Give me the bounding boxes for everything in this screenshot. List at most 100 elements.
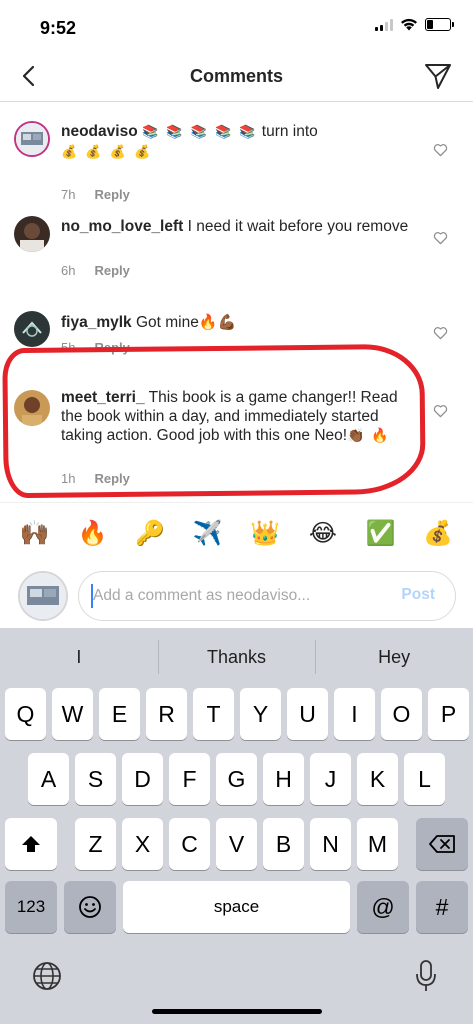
comment-input[interactable] <box>78 571 456 621</box>
key-v[interactable]: V <box>216 818 257 870</box>
avatar[interactable] <box>14 311 50 347</box>
reply-button[interactable]: Reply <box>94 471 129 486</box>
check-mark-emoji-button[interactable]: ✅ <box>359 519 403 547</box>
status-icons <box>375 18 454 31</box>
wifi-icon <box>401 18 417 31</box>
key-g[interactable]: G <box>216 753 257 805</box>
keyboard: I Thanks Hey Q W E R T Y U I O P A S D F… <box>0 628 473 1024</box>
reply-button[interactable]: Reply <box>94 263 129 278</box>
direct-message-icon[interactable] <box>423 61 453 91</box>
key-b[interactable]: B <box>263 818 304 870</box>
fire-muscle-emoji: 🔥💪🏾 <box>198 313 237 331</box>
avatar[interactable] <box>14 121 50 157</box>
numbers-key[interactable]: 123 <box>5 881 57 933</box>
books-emoji: 📚 📚 📚 📚 📚 <box>141 125 258 140</box>
laughing-emoji-button[interactable]: 😂 <box>301 519 345 547</box>
comment-username[interactable]: no_mo_love_left <box>61 218 183 235</box>
text-cursor <box>91 584 93 608</box>
key-z[interactable]: Z <box>75 818 116 870</box>
space-key[interactable]: space <box>123 881 350 933</box>
raised-hands-emoji-button[interactable]: 🙌🏾 <box>13 519 57 547</box>
key-i[interactable]: I <box>334 688 375 740</box>
key-n[interactable]: N <box>310 818 351 870</box>
comment-username[interactable]: neodaviso <box>61 123 138 140</box>
key-e[interactable]: E <box>99 688 140 740</box>
backspace-icon <box>429 835 455 853</box>
battery-icon <box>425 18 454 31</box>
comment-message: I need it wait before you remove <box>187 218 409 235</box>
comment-text: neodaviso 📚 📚 📚 📚 📚 turn into 💰 💰 💰 💰 <box>61 122 413 162</box>
key-q[interactable]: Q <box>5 688 46 740</box>
key-w[interactable]: W <box>52 688 93 740</box>
key-d[interactable]: D <box>122 753 163 805</box>
key-o[interactable]: O <box>381 688 422 740</box>
predictive-bar: I Thanks Hey <box>0 628 473 686</box>
airplane-emoji-button[interactable]: ✈️ <box>186 519 230 547</box>
comment-item: no_mo_love_left I need it wait before yo… <box>0 216 473 296</box>
key-s[interactable]: S <box>75 753 116 805</box>
cellular-signal-icon <box>375 18 393 31</box>
status-time: 9:52 <box>40 18 77 38</box>
key-c[interactable]: C <box>169 818 210 870</box>
key-a[interactable]: A <box>28 753 69 805</box>
suggestion-3[interactable]: Hey <box>315 628 473 686</box>
header: Comments <box>0 50 473 102</box>
avatar[interactable] <box>14 390 50 426</box>
heart-icon[interactable] <box>433 231 448 245</box>
key-l[interactable]: L <box>404 753 445 805</box>
comment-time: 5h <box>61 340 76 355</box>
comment-text: meet_terri_ This book is a game changer!… <box>61 388 413 446</box>
comment-item: meet_terri_ This book is a game changer!… <box>0 388 473 488</box>
key-emoji-button[interactable]: 🔑 <box>128 519 172 547</box>
emoji-key[interactable] <box>64 881 116 933</box>
comment-composer: Post <box>0 565 473 627</box>
key-m[interactable]: M <box>357 818 398 870</box>
key-u[interactable]: U <box>287 688 328 740</box>
comment-list: neodaviso 📚 📚 📚 📚 📚 turn into 💰 💰 💰 💰 7h… <box>0 103 473 500</box>
reply-button[interactable]: Reply <box>94 187 129 202</box>
emoji-quick-bar: 🙌🏾 🔥 🔑 ✈️ 👑 😂 ✅ 💰 <box>0 502 473 562</box>
suggestion-2[interactable]: Thanks <box>157 628 316 686</box>
at-key[interactable]: @ <box>357 881 409 933</box>
home-indicator <box>152 1009 322 1014</box>
comment-meta: 5h Reply <box>61 340 130 355</box>
comment-username[interactable]: meet_terri_ <box>61 389 145 406</box>
suggestion-1[interactable]: I <box>0 628 158 686</box>
key-t[interactable]: T <box>193 688 234 740</box>
avatar[interactable] <box>14 216 50 252</box>
key-k[interactable]: K <box>357 753 398 805</box>
comment-item: neodaviso 📚 📚 📚 📚 📚 turn into 💰 💰 💰 💰 7h… <box>0 121 473 202</box>
heart-icon[interactable] <box>433 143 448 157</box>
fire-emoji-button[interactable]: 🔥 <box>70 519 114 547</box>
heart-icon[interactable] <box>433 404 448 418</box>
crown-emoji-button[interactable]: 👑 <box>243 519 287 547</box>
key-p[interactable]: P <box>428 688 469 740</box>
heart-icon[interactable] <box>433 326 448 340</box>
current-user-avatar <box>18 571 68 621</box>
status-bar: 9:52 <box>0 0 473 50</box>
money-bag-emoji-button[interactable]: 💰 <box>416 519 460 547</box>
post-button[interactable]: Post <box>401 586 435 604</box>
reply-button[interactable]: Reply <box>94 340 129 355</box>
key-f[interactable]: F <box>169 753 210 805</box>
comment-meta: 1h Reply <box>61 471 130 486</box>
comment-meta: 7h Reply <box>61 187 130 202</box>
money-bag-emoji: 💰 💰 💰 💰 <box>61 145 153 160</box>
key-h[interactable]: H <box>263 753 304 805</box>
key-r[interactable]: R <box>146 688 187 740</box>
key-x[interactable]: X <box>122 818 163 870</box>
delete-key[interactable] <box>416 818 468 870</box>
key-y[interactable]: Y <box>240 688 281 740</box>
comment-item: fiya_mylk Got mine🔥💪🏾 5h Reply <box>0 310 473 366</box>
comment-text: fiya_mylk Got mine🔥💪🏾 <box>61 313 413 332</box>
key-j[interactable]: J <box>310 753 351 805</box>
comment-message: Got mine <box>135 314 199 331</box>
shift-key[interactable] <box>5 818 57 870</box>
microphone-icon[interactable] <box>414 959 438 993</box>
globe-icon[interactable] <box>32 961 62 991</box>
comment-username[interactable]: fiya_mylk <box>61 314 132 331</box>
comment-time: 6h <box>61 263 76 278</box>
hash-key[interactable]: # <box>416 881 468 933</box>
clap-fire-emoji: 👏🏾 🔥 <box>347 428 390 444</box>
shift-icon <box>22 836 40 852</box>
